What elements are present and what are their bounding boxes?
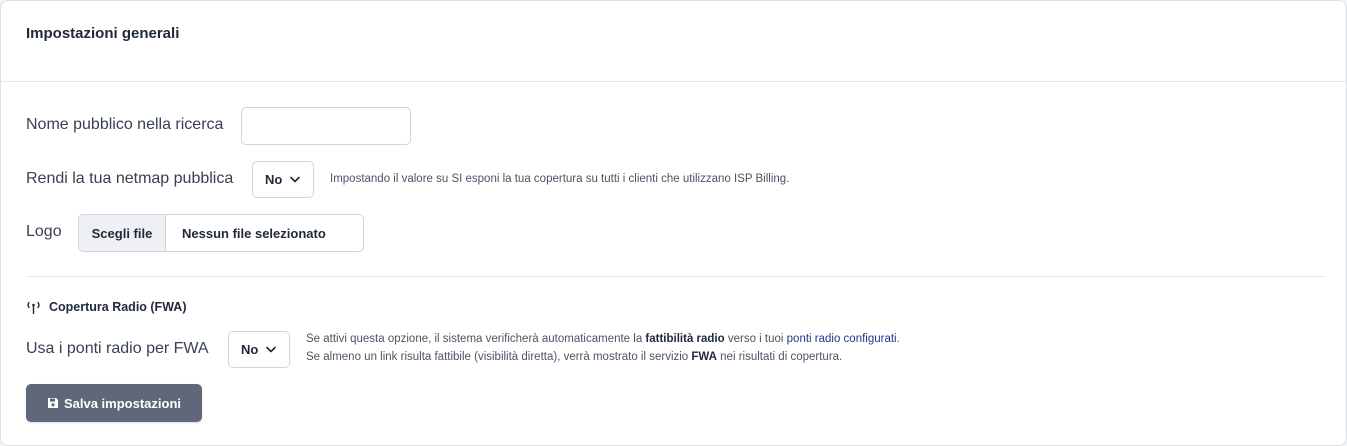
- netmap-select[interactable]: No: [252, 161, 314, 198]
- logo-file-input[interactable]: Scegli file Nessun file selezionato: [78, 214, 364, 252]
- fwa-section-title: Copertura Radio (FWA): [26, 300, 187, 314]
- chevron-down-icon: [266, 346, 277, 353]
- public-name-label: Nome pubblico nella ricerca: [26, 116, 224, 133]
- fwa-select-value: No: [241, 342, 259, 357]
- public-name-input[interactable]: [241, 107, 411, 145]
- radio-tower-icon: [26, 301, 41, 314]
- choose-file-button[interactable]: Scegli file: [79, 215, 166, 251]
- fwa-section-title-text: Copertura Radio (FWA): [49, 300, 187, 314]
- floppy-disk-icon: [47, 397, 59, 409]
- fwa-help-2-pre: Se almeno un link risulta fattibile (vis…: [306, 351, 692, 363]
- chevron-down-icon: [290, 176, 301, 183]
- netmap-label: Rendi la tua netmap pubblica: [26, 170, 234, 187]
- fwa-select[interactable]: No: [228, 331, 290, 368]
- logo-label: Logo: [26, 223, 62, 240]
- fwa-label: Usa i ponti radio per FWA: [26, 340, 209, 357]
- card-title: Impostazioni generali: [26, 25, 180, 42]
- card-header: Impostazioni generali: [1, 1, 1346, 82]
- fwa-help-line-1: Se attivi questa opzione, il sistema ver…: [306, 333, 900, 345]
- netmap-help-text: Impostando il valore su SI esponi la tua…: [330, 173, 790, 185]
- radio-bridges-link[interactable]: ponti radio configurati: [787, 333, 897, 345]
- file-status-text: Nessun file selezionato: [182, 225, 326, 241]
- fwa-help-1-bold: fattibilità radio: [645, 333, 725, 345]
- fwa-help-2-bold: FWA: [691, 351, 717, 363]
- fwa-help-line-2: Se almeno un link risulta fattibile (vis…: [306, 351, 842, 363]
- netmap-select-value: No: [265, 172, 283, 187]
- save-settings-button[interactable]: Salva impostazioni: [26, 384, 202, 422]
- fwa-help-1-pre: Se attivi questa opzione, il sistema ver…: [306, 333, 646, 345]
- fwa-help-1-mid: verso i tuoi: [724, 333, 787, 345]
- fwa-help-2-end: nei risultati di copertura.: [716, 351, 843, 363]
- fwa-help-1-end: .: [896, 333, 900, 345]
- settings-card: Impostazioni generali Nome pubblico nell…: [0, 0, 1347, 446]
- save-button-label: Salva impostazioni: [63, 395, 182, 411]
- section-divider: [26, 276, 1324, 277]
